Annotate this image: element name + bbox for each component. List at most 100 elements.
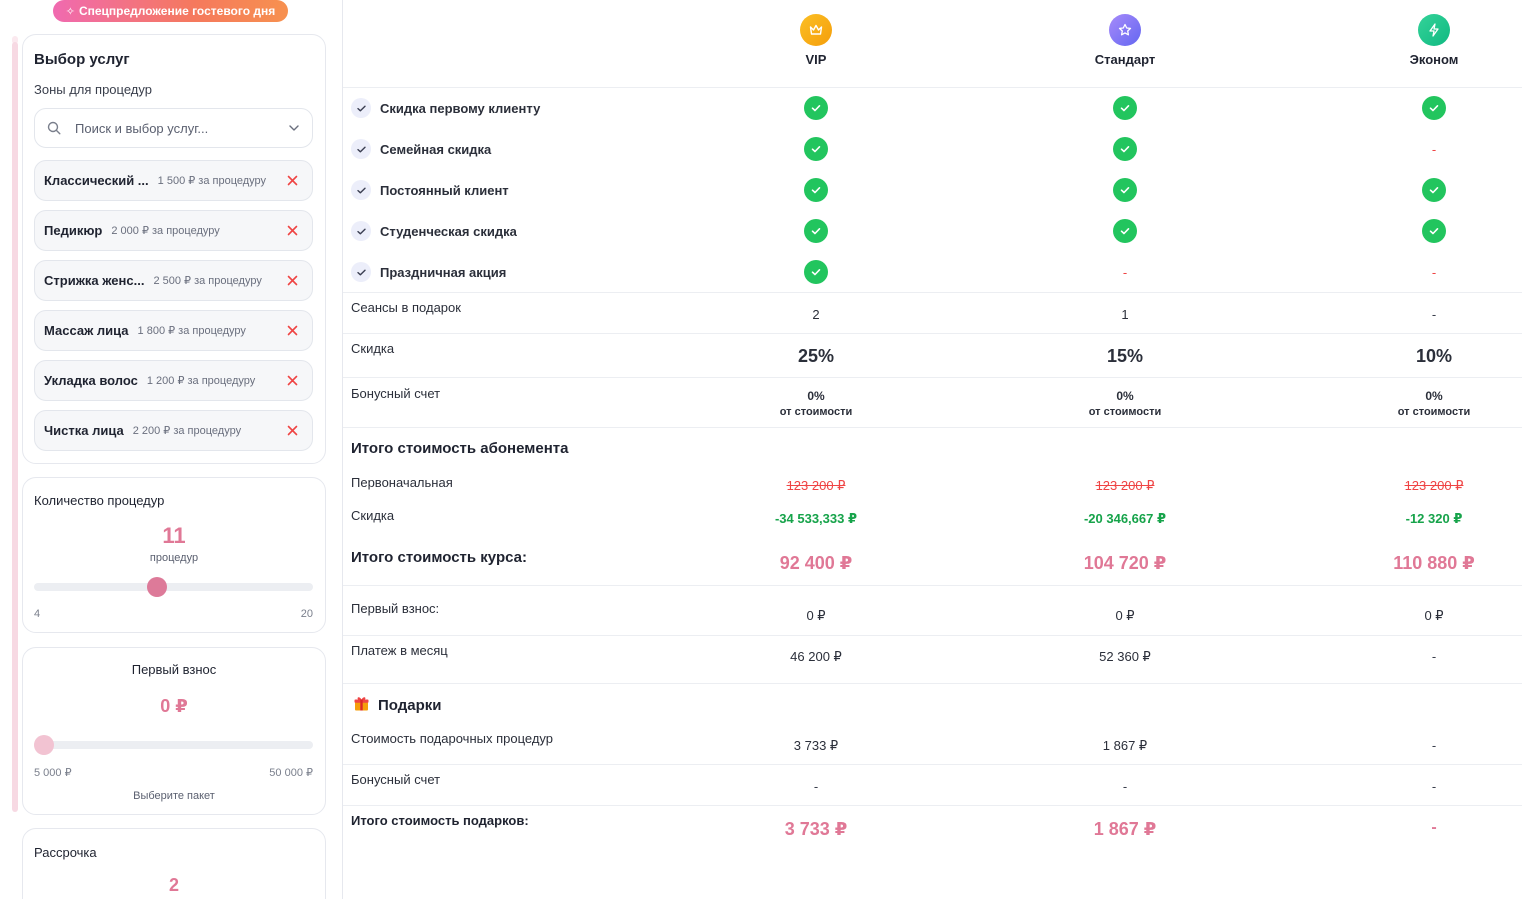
close-icon[interactable]	[285, 323, 300, 338]
procedures-slider-thumb[interactable]	[146, 577, 167, 597]
crown-icon	[800, 14, 832, 46]
range-min: 4	[34, 608, 41, 620]
original-price: 123 200 ₽	[1095, 478, 1155, 493]
included-check-icon	[716, 96, 916, 120]
gift-total-row: Итого стоимость подарков: 3 733 ₽ 1 867 …	[343, 806, 1522, 852]
feature-row: Скидка первому клиенту	[343, 88, 1522, 129]
procedures-slider-track[interactable]	[34, 583, 313, 591]
course-total: 110 880 ₽	[1393, 553, 1475, 573]
close-icon[interactable]	[285, 223, 300, 238]
down-payment-slider-track[interactable]	[34, 741, 313, 749]
gift-cost: -	[1431, 738, 1437, 753]
close-icon[interactable]	[285, 373, 300, 388]
bonus-percent: 0%	[1425, 389, 1443, 403]
row-label: Итого стоимость подарков:	[351, 813, 529, 828]
chevron-down-icon[interactable]	[288, 122, 300, 134]
service-chip: Педикюр 2 000 ₽ за процедуру	[34, 210, 313, 251]
promo-badge[interactable]: ✧ Спецпредложение гостевого дня	[53, 0, 288, 22]
gift-total: 3 733 ₽	[784, 819, 848, 839]
gift-bonus: -	[813, 779, 819, 794]
discount-amount: -12 320 ₽	[1405, 511, 1463, 526]
gifts-title: Подарки	[353, 695, 442, 716]
row-label: Стоимость подарочных процедур	[351, 731, 553, 746]
zones-label: Зоны для процедур	[34, 82, 152, 97]
services-title: Выбор услуг	[34, 51, 130, 68]
scroll-rail[interactable]	[12, 42, 18, 812]
close-icon[interactable]	[285, 423, 300, 438]
included-check-icon	[1334, 178, 1522, 202]
bonus-value: 0% от стоимости	[1025, 388, 1225, 420]
service-name: Укладка волос	[44, 373, 138, 388]
discount-amount: -34 533,333 ₽	[774, 511, 858, 526]
service-chip: Массаж лица 1 800 ₽ за процедуру	[34, 310, 313, 351]
monthly-payment: 46 200 ₽	[790, 649, 842, 664]
original-price: 123 200 ₽	[786, 478, 846, 493]
feature-label: Постоянный клиент	[351, 180, 509, 200]
gift-bonus: -	[1431, 779, 1437, 794]
range-min: 5 000 ₽	[34, 767, 72, 779]
close-icon[interactable]	[285, 273, 300, 288]
close-icon[interactable]	[285, 173, 300, 188]
feature-text: Скидка первому клиенту	[380, 100, 541, 116]
down-payment-card: Первый взнос 0 ₽ 5 000 ₽ 50 000 ₽ Выбери…	[22, 647, 326, 815]
cell-value: -	[1431, 307, 1437, 322]
row-label: Первоначальная	[351, 475, 453, 490]
service-chip: Стрижка женс... 2 500 ₽ за процедуру	[34, 260, 313, 301]
row-label: Сеансы в подарок	[351, 300, 461, 315]
included-check-icon	[1025, 178, 1225, 202]
not-included-dash: -	[1122, 265, 1128, 280]
bonus-suffix: от стоимости	[1397, 406, 1471, 418]
star-icon	[1109, 14, 1141, 46]
gift-total: 1 867 ₽	[1093, 819, 1157, 839]
procedures-card: Количество процедур 11 процедур 4 20	[22, 477, 326, 633]
procedures-unit: процедур	[149, 552, 199, 564]
first-payment: 0 ₽	[1424, 608, 1444, 623]
not-included-dash: -	[1431, 265, 1437, 280]
down-payment-hint: Выберите пакет	[133, 790, 215, 802]
gift-sessions-row: Сеансы в подарок 2 1 -	[343, 293, 1522, 334]
service-price: 2 500 ₽ за процедуру	[153, 275, 262, 287]
included-check-icon	[716, 219, 916, 243]
plan-name: Эконом	[1409, 52, 1459, 67]
installment-label: Рассрочка	[34, 845, 97, 860]
service-search-select[interactable]: Поиск и выбор услуг...	[34, 108, 313, 148]
feature-row: Студенческая скидка	[343, 211, 1522, 252]
check-icon	[351, 221, 371, 241]
row-label: Платеж в месяц	[351, 643, 448, 658]
row-label: Бонусный счет	[351, 386, 441, 401]
procedures-count: 11	[162, 523, 186, 548]
check-icon	[351, 262, 371, 282]
bonus-row: Бонусный счет 0% от стоимости 0% от стои…	[343, 378, 1522, 428]
included-check-icon	[1025, 137, 1225, 161]
gifts-title-label: Подарки	[378, 697, 442, 714]
row-label: Первый взнос:	[351, 601, 440, 616]
gift-bonus: -	[1122, 779, 1128, 794]
service-name: Стрижка женс...	[44, 273, 145, 288]
monthly-payment: 52 360 ₽	[1099, 649, 1151, 664]
feature-text: Семейная скидка	[380, 141, 492, 157]
service-chip: Укладка волос 1 200 ₽ за процедуру	[34, 360, 313, 401]
feature-label: Праздничная акция	[351, 262, 506, 282]
discount-value: 15%	[1106, 346, 1144, 366]
included-check-icon	[716, 137, 916, 161]
included-check-icon	[1334, 96, 1522, 120]
bonus-percent: 0%	[1116, 389, 1134, 403]
cell-value: 1	[1121, 307, 1129, 322]
row-label: Скидка	[351, 508, 395, 523]
range-max: 20	[300, 608, 313, 620]
row-label: Бонусный счет	[351, 772, 441, 787]
original-price: 123 200 ₽	[1404, 478, 1464, 493]
down-payment-slider-thumb[interactable]	[34, 735, 54, 755]
plan-header-vip: VIP	[716, 14, 916, 67]
row-label: Скидка	[351, 341, 395, 356]
sparkles-icon: ✧	[65, 5, 75, 18]
service-price: 1 500 ₽ за процедуру	[157, 175, 267, 187]
range-max: 50 000 ₽	[269, 767, 313, 779]
gift-cost: 3 733 ₽	[793, 738, 839, 753]
feature-label: Студенческая скидка	[351, 221, 517, 241]
service-price: 1 200 ₽ за процедуру	[146, 375, 256, 387]
first-payment-row: Первый взнос: 0 ₽ 0 ₽ 0 ₽	[343, 586, 1522, 636]
included-check-icon	[716, 260, 916, 284]
procedures-label: Количество процедур	[34, 493, 165, 508]
course-total: 104 720 ₽	[1083, 553, 1167, 573]
